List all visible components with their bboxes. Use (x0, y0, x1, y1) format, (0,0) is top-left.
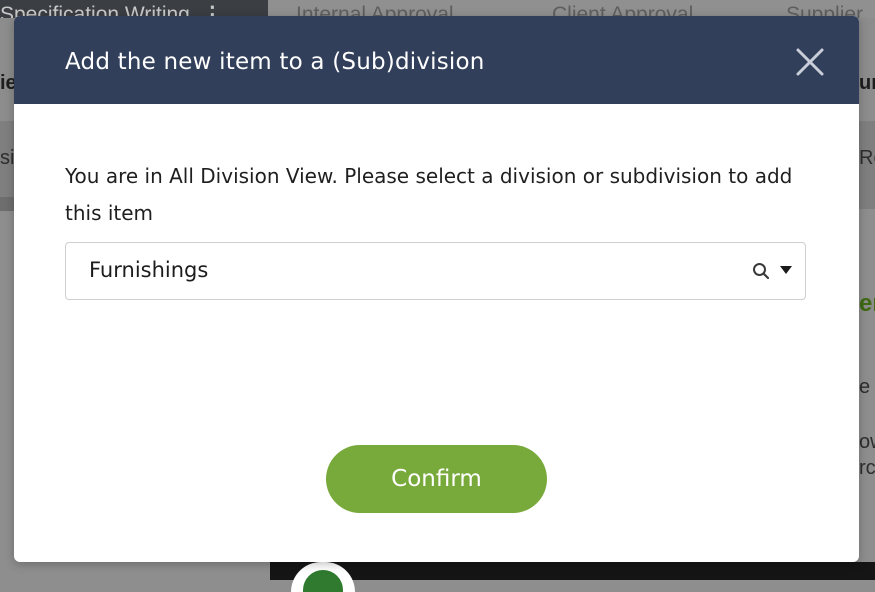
close-icon (796, 48, 824, 76)
background-divider (0, 197, 14, 211)
background-text-fragment: si (0, 147, 14, 169)
confirm-button[interactable]: Confirm (326, 445, 547, 513)
search-icon (753, 263, 770, 280)
background-text-fragment: ur (859, 72, 875, 94)
background-text-fragment: rc (859, 457, 875, 479)
background-bottom-bar (270, 562, 875, 580)
close-button[interactable] (794, 46, 826, 78)
dialog-header: Add the new item to a (Sub)division (14, 16, 859, 104)
caret-down-icon (780, 266, 792, 274)
background-text-fragment: ie (0, 72, 14, 94)
add-item-subdivision-dialog: Add the new item to a (Sub)division You … (14, 16, 859, 562)
division-select-value: Furnishings (89, 258, 209, 282)
background-text-fragment: e (859, 376, 871, 398)
dialog-prompt: You are in All Division View. Please sel… (65, 164, 793, 225)
division-select[interactable]: Furnishings (65, 242, 806, 300)
background-text-fragment: er (859, 290, 875, 317)
dialog-title: Add the new item to a (Sub)division (65, 49, 485, 75)
background-text-fragment: Re (859, 147, 875, 169)
background-text-fragment: ow (859, 431, 875, 453)
